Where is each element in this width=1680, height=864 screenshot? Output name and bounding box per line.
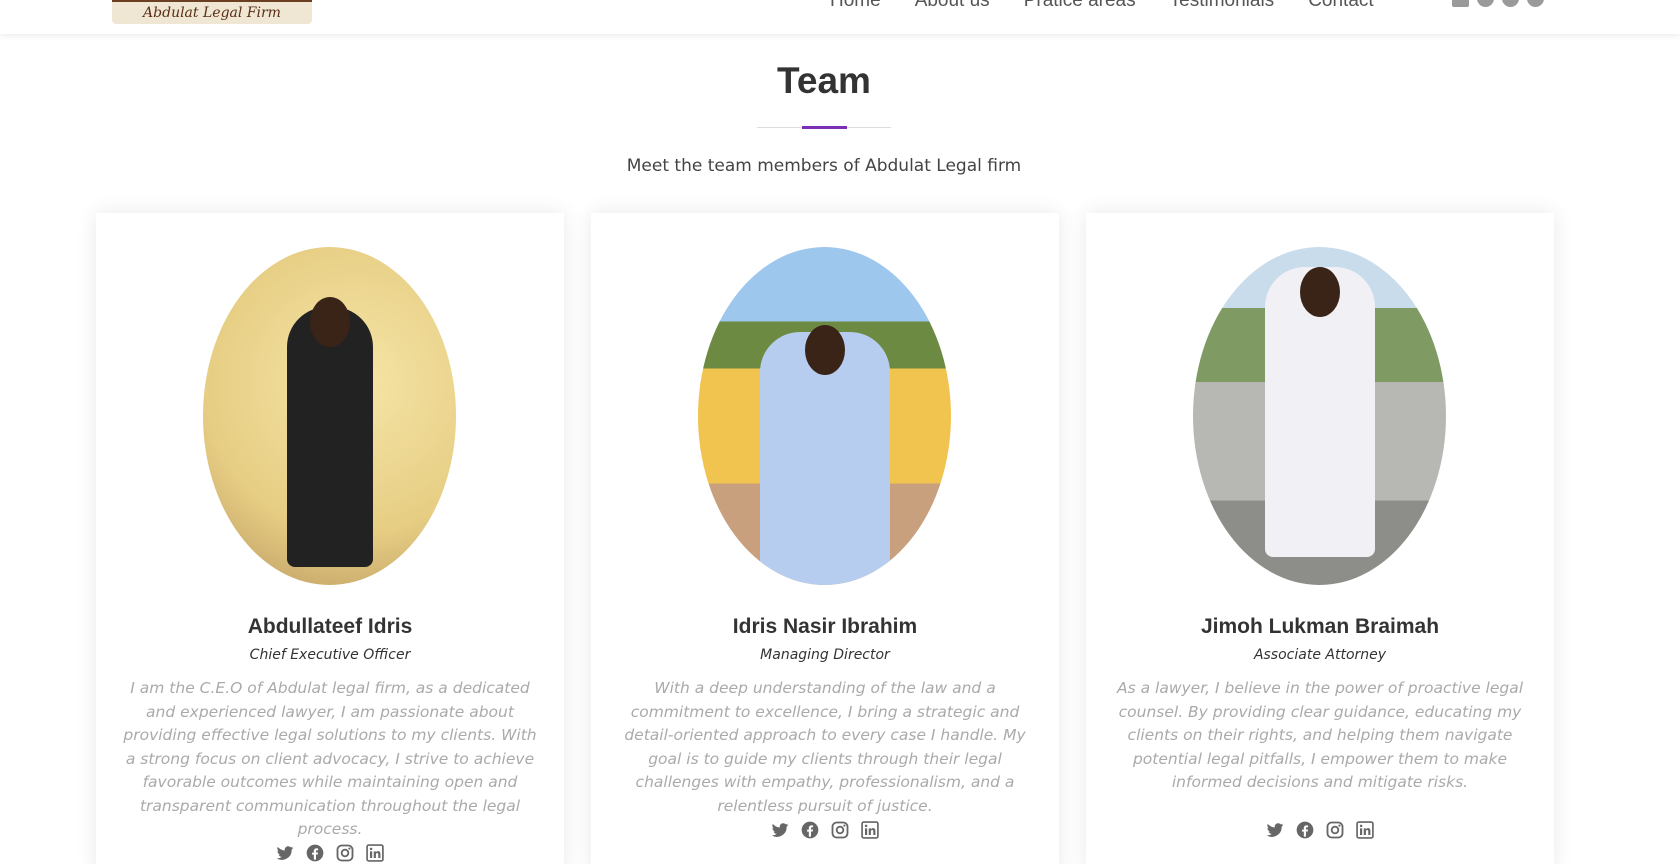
- linkedin-icon[interactable]: [1452, 0, 1469, 7]
- team-card: Idris Nasir Ibrahim Managing Director Wi…: [591, 213, 1059, 864]
- linkedin-icon[interactable]: [365, 843, 385, 863]
- member-role: Managing Director: [760, 647, 890, 663]
- twitter-icon[interactable]: [1502, 0, 1519, 7]
- member-head: [309, 297, 350, 347]
- main-nav: Home About us Pratice areas Testimonials…: [830, 0, 1374, 12]
- member-name: Idris Nasir Ibrahim: [732, 615, 918, 638]
- instagram-icon[interactable]: [1527, 0, 1544, 7]
- member-photo: [203, 247, 456, 585]
- member-role: Chief Executive Officer: [249, 647, 411, 663]
- member-bio: With a deep understanding of the law and…: [624, 679, 1026, 815]
- nav-testimonials[interactable]: Testimonials: [1170, 0, 1275, 12]
- instagram-icon[interactable]: [335, 843, 355, 863]
- site-logo[interactable]: Abdulat Legal Firm: [112, 0, 312, 24]
- logo-text: Abdulat Legal Firm: [143, 5, 281, 21]
- team-card: Jimoh Lukman Braimah Associate Attorney …: [1086, 213, 1554, 864]
- title-divider-accent: [802, 126, 847, 129]
- instagram-icon[interactable]: [830, 820, 850, 840]
- facebook-icon[interactable]: [800, 820, 820, 840]
- nav-about[interactable]: About us: [915, 0, 990, 12]
- member-name: Jimoh Lukman Braimah: [1200, 615, 1440, 638]
- header-social-links: [1452, 0, 1544, 7]
- nav-practice-areas[interactable]: Pratice areas: [1024, 0, 1136, 12]
- nav-contact[interactable]: Contact: [1308, 0, 1373, 12]
- facebook-icon[interactable]: [305, 843, 325, 863]
- twitter-icon[interactable]: [1265, 820, 1285, 840]
- member-photo: [1193, 247, 1446, 585]
- linkedin-icon[interactable]: [1355, 820, 1375, 840]
- twitter-icon[interactable]: [770, 820, 790, 840]
- nav-home[interactable]: Home: [830, 0, 881, 12]
- member-social-links: [96, 843, 564, 863]
- member-social-links: [591, 820, 1059, 840]
- team-card: Abdullateef Idris Chief Executive Office…: [96, 213, 564, 864]
- member-role: Associate Attorney: [1253, 647, 1387, 663]
- facebook-icon[interactable]: [1295, 820, 1315, 840]
- facebook-icon[interactable]: [1477, 0, 1494, 7]
- twitter-icon[interactable]: [275, 843, 295, 863]
- site-header: Abdulat Legal Firm Home About us Pratice…: [0, 0, 1680, 34]
- member-bio: As a lawyer, I believe in the power of p…: [1116, 679, 1524, 791]
- section-subtitle: Meet the team members of Abdulat Legal f…: [626, 156, 1022, 176]
- linkedin-icon[interactable]: [860, 820, 880, 840]
- member-photo: [698, 247, 951, 585]
- member-bio: I am the C.E.O of Abdulat legal firm, as…: [123, 679, 537, 838]
- member-head: [1299, 267, 1340, 317]
- member-name: Abdullateef Idris: [247, 615, 413, 638]
- instagram-icon[interactable]: [1325, 820, 1345, 840]
- member-head: [804, 325, 845, 375]
- member-social-links: [1086, 820, 1554, 840]
- section-title: Team: [777, 60, 871, 101]
